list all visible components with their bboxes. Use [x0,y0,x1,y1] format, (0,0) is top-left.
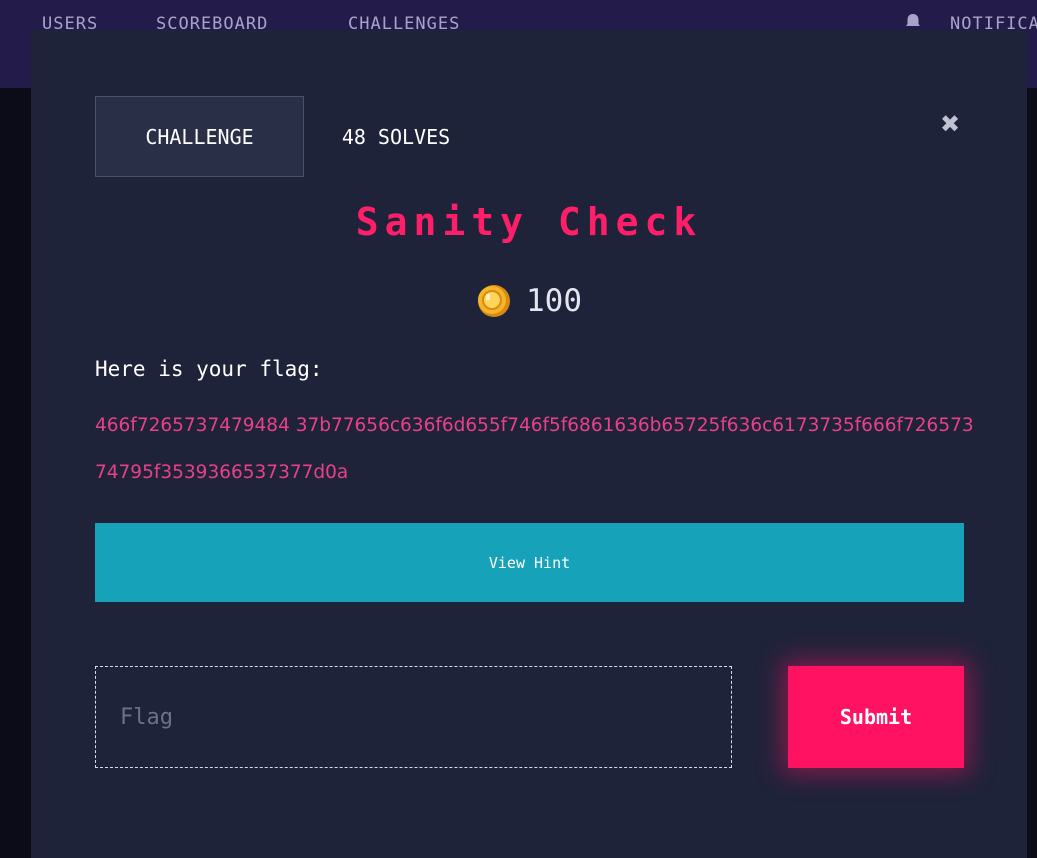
tab-solves[interactable]: 48 SOLVES [306,96,486,177]
coin-icon [478,285,510,317]
challenge-description: Here is your flag: [95,357,323,381]
challenge-value: 100 [526,283,582,319]
challenge-value-row: 100 [31,278,1027,324]
close-icon[interactable]: ✖ [936,110,964,138]
flag-hex-text: 466f7265737479484 37b77656c636f6d655f746… [95,415,974,483]
modal-backdrop-left[interactable] [0,88,31,858]
challenge-modal: CHALLENGE 48 SOLVES ✖ Sanity Check 100 H… [31,30,1027,858]
view-hint-button[interactable]: View Hint [95,523,964,602]
tab-challenge[interactable]: CHALLENGE [95,96,304,177]
modal-backdrop-right[interactable] [1027,88,1037,858]
challenge-title: Sanity Check [355,200,703,244]
submit-button[interactable]: Submit [788,666,964,768]
flag-input[interactable] [95,666,732,768]
bell-icon[interactable] [903,12,923,32]
